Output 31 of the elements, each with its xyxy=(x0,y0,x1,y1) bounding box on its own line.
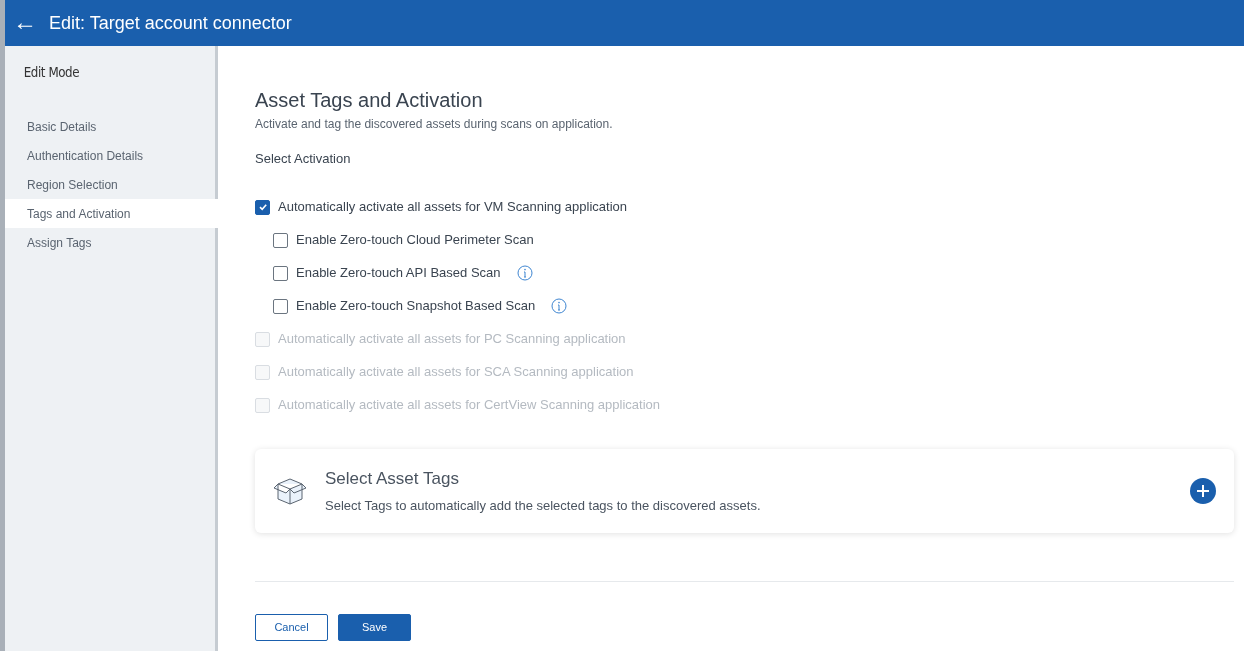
sidebar-item[interactable]: Assign Tags xyxy=(5,228,218,257)
section-title: Asset Tags and Activation xyxy=(255,88,484,112)
checkbox-label: Automatically activate all assets for CertView Scanning application xyxy=(278,396,660,415)
card-title: Select Asset Tags xyxy=(325,467,460,490)
add-button[interactable] xyxy=(1190,477,1216,504)
checkbox[interactable] xyxy=(273,265,288,281)
section-subtitle: Activate and tag the discovered assets during scans on application. xyxy=(255,116,614,133)
card-description: Select Tags to automatically add the selected tags to the discovered assets. xyxy=(325,497,762,515)
checkbox[interactable] xyxy=(255,199,270,215)
checkbox-label: Automatically activate all assets for SCA Scanning application xyxy=(278,363,634,382)
save-button[interactable]: Save xyxy=(338,613,411,641)
sidebar-item[interactable]: Basic Details xyxy=(5,112,218,141)
sidebar-heading: Edit Mode xyxy=(22,63,81,82)
checkbox-label: Automatically activate all assets for VM Scanning application xyxy=(278,198,627,217)
window-title: Edit: Target account connector xyxy=(49,11,292,35)
info-icon[interactable] xyxy=(516,265,533,281)
cancel-button[interactable]: Cancel xyxy=(255,613,328,641)
sidebar-item[interactable]: Authentication Details xyxy=(5,141,218,170)
checkbox[interactable] xyxy=(273,298,288,314)
plus-icon xyxy=(1196,483,1210,498)
checkbox-label: Enable Zero-touch API Based Scan xyxy=(296,264,501,283)
checkbox-label: Automatically activate all assets for PC Scanning application xyxy=(278,330,626,349)
check-icon xyxy=(257,202,268,212)
sidebar-item[interactable]: Region Selection xyxy=(5,170,218,199)
info-icon[interactable] xyxy=(551,298,568,314)
checkbox-label: Enable Zero-touch Cloud Perimeter Scan xyxy=(296,231,534,250)
checkbox-label: Enable Zero-touch Snapshot Based Scan xyxy=(296,297,536,316)
section-label: Select Activation xyxy=(255,150,352,168)
back-button[interactable]: ← xyxy=(13,9,37,37)
checkbox[interactable] xyxy=(273,232,288,248)
sidebar-item[interactable]: Tags and Activation xyxy=(5,199,218,228)
